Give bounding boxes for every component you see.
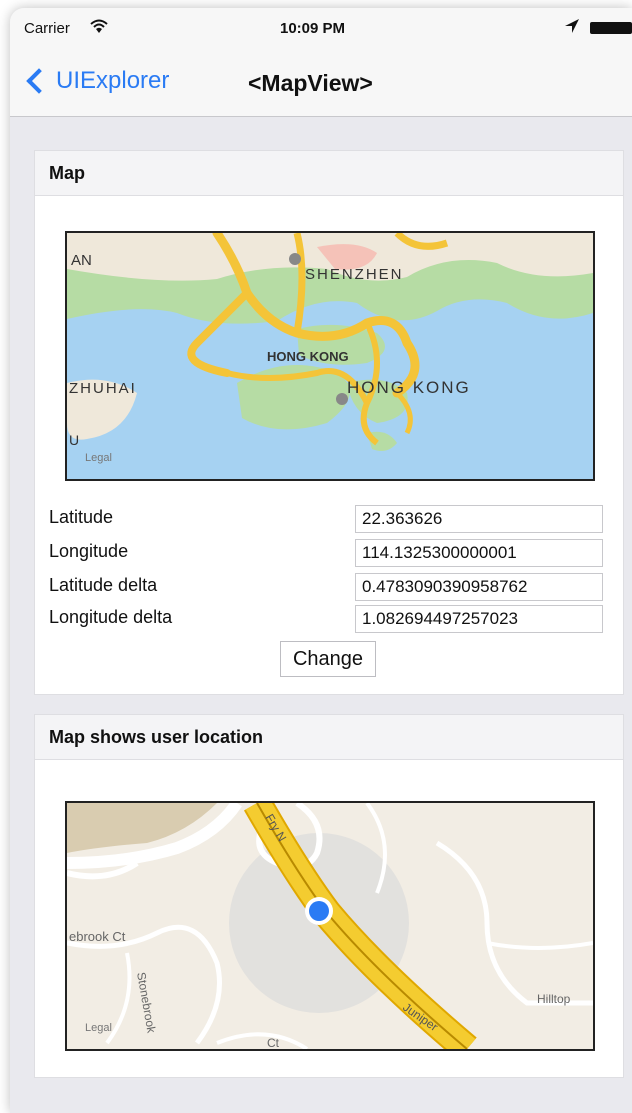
status-bar: Carrier 10:09 PM [10,8,632,48]
map-panel-header: Map [35,151,623,196]
battery-icon [590,22,632,34]
top-bar: Carrier 10:09 PM UIExplorer <MapView> [10,8,632,117]
status-time: 10:09 PM [280,20,346,37]
longitude-delta-input[interactable] [355,605,603,633]
latitude-delta-input[interactable] [355,573,603,601]
map-label: HONG KONG [347,378,471,397]
longitude-delta-label: Longitude delta [49,607,173,627]
user-location-panel: Map shows user location Fry N ebrook Ct … [34,714,624,1078]
map-label: Ct [267,1036,280,1049]
back-button[interactable]: UIExplorer [24,64,169,98]
latitude-delta-label: Latitude delta [49,575,158,595]
back-button-label: UIExplorer [56,67,170,94]
map-label: SHENZHEN [305,266,404,283]
carrier-label: Carrier [24,20,70,37]
latitude-label: Latitude [49,507,114,527]
map-label: U [69,432,79,448]
map-panel: Map AN SHENZHEN HONG KONG HONG KONG ZHUH… [34,150,624,695]
longitude-label: Longitude [49,541,129,561]
map-label: ebrook Ct [69,929,126,944]
user-location-dot [309,901,329,921]
region-map-graphic: AN SHENZHEN HONG KONG HONG KONG ZHUHAI U… [67,233,593,479]
region-map[interactable]: AN SHENZHEN HONG KONG HONG KONG ZHUHAI U… [65,231,595,481]
map-legal-link: Legal [85,452,112,464]
longitude-input[interactable] [355,539,603,567]
user-location-map[interactable]: Fry N ebrook Ct Stonebrook Juniper Hillt… [65,801,595,1051]
page-title: <MapView> [248,70,373,96]
change-button[interactable]: Change [280,641,376,677]
location-arrow-icon [564,18,580,37]
user-location-map-graphic: Fry N ebrook Ct Stonebrook Juniper Hillt… [67,803,593,1049]
map-label: Hilltop [537,992,571,1006]
wifi-icon [90,18,108,38]
map-label: HONG KONG [267,349,349,364]
navigation-bar: UIExplorer <MapView> [10,48,632,116]
map-label: AN [71,252,92,269]
map-label: ZHUHAI [69,380,137,397]
user-location-panel-header: Map shows user location [35,715,623,760]
chevron-left-icon [26,68,52,94]
map-legal-link: Legal [85,1022,112,1034]
latitude-input[interactable] [355,505,603,533]
device-screen: Carrier 10:09 PM UIExplorer <MapView> Ma… [10,8,632,1113]
